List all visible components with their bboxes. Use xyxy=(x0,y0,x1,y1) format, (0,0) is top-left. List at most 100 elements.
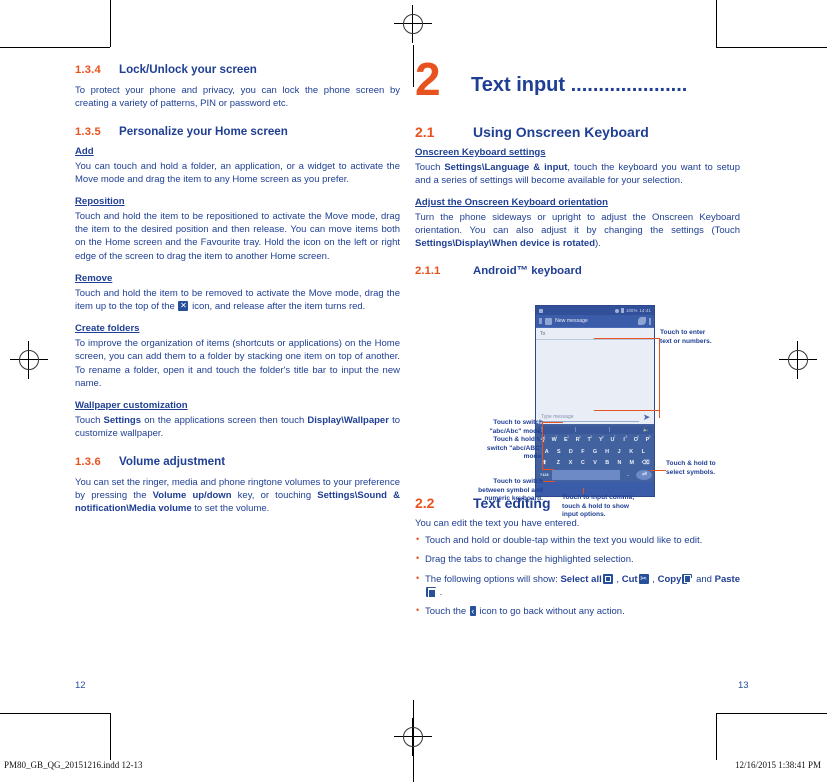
key-p[interactable]: 0P xyxy=(642,435,652,445)
heading-1-3-6: 1.3.6 Volume adjustment xyxy=(75,454,400,470)
contact-icon[interactable] xyxy=(545,317,552,325)
volume-text-2: key, or touching xyxy=(231,490,318,502)
back-icon[interactable] xyxy=(539,318,542,324)
subheading-orientation: Adjust the Onscreen Keyboard orientation xyxy=(415,196,608,208)
chapter-number: 2 xyxy=(415,53,441,105)
bluetooth-icon xyxy=(615,308,619,313)
paragraph-add: You can touch and hold a folder, an appl… xyxy=(75,160,400,185)
callout-enter-text: Touch to enter text or numbers. xyxy=(660,329,712,345)
key-sup: 7 xyxy=(613,435,616,439)
text-editing-bullets: Touch and hold or double-tap within the … xyxy=(415,533,740,618)
overflow-menu-icon[interactable] xyxy=(649,317,651,325)
orientation-text-2: ). xyxy=(595,238,601,250)
wallpaper-bold-settings: Settings xyxy=(103,414,142,426)
key-v[interactable]: V xyxy=(590,458,601,468)
copy-icon xyxy=(682,573,693,584)
list-item: Touch the icon to go back without any ac… xyxy=(415,604,740,618)
enter-icon[interactable]: ⏎ xyxy=(636,469,653,480)
callout-input-comma: Touch to input comma; touch & hold to sh… xyxy=(562,494,635,519)
options-bold-select-all: Select all xyxy=(560,573,602,585)
key-f[interactable]: F xyxy=(578,447,589,457)
crop-mark-bottom-left-v xyxy=(110,713,111,760)
key-x[interactable]: X xyxy=(565,458,576,468)
section-title: Using Onscreen Keyboard xyxy=(473,124,649,140)
key-h[interactable]: H xyxy=(602,447,613,457)
paragraph-create-folders: To improve the organization of items (sh… xyxy=(75,338,400,389)
options-text-3: , xyxy=(649,573,658,585)
key-r[interactable]: 4R xyxy=(572,435,582,445)
crop-mark-bottom-left-h xyxy=(0,713,110,714)
crop-mark-top-right-h xyxy=(716,47,827,48)
callout-switch-symbol: Touch to switch between symbol and numer… xyxy=(478,478,543,503)
key-u[interactable]: 7U xyxy=(607,435,617,445)
back-arrow-icon xyxy=(469,606,476,617)
key-b[interactable]: B xyxy=(602,458,613,468)
key-sup: 5 xyxy=(590,435,593,439)
section-number: 2.1.1 xyxy=(415,264,441,277)
key-c[interactable]: C xyxy=(577,458,588,468)
leader-select-symbols xyxy=(650,470,666,471)
key-j[interactable]: J xyxy=(614,447,625,457)
key-w[interactable]: 2W xyxy=(549,435,559,445)
orientation-bold-path: Settings\Display\When device is rotated xyxy=(415,238,596,250)
key-sup: 4 xyxy=(578,435,581,439)
wallpaper-text-1: Touch xyxy=(75,414,104,426)
key-s[interactable]: S xyxy=(554,447,565,457)
backspace-icon[interactable]: ⌫ xyxy=(639,458,653,468)
list-item: The following options will show: Select … xyxy=(415,572,740,599)
crop-mark-bottom-right-v xyxy=(716,713,717,760)
period-comma-key[interactable]: . xyxy=(621,470,634,480)
message-input[interactable]: Type message xyxy=(539,413,639,422)
heading-title: Lock/Unlock your screen xyxy=(119,63,257,76)
paragraph-reposition: Touch and hold the item to be reposition… xyxy=(75,210,400,262)
key-y[interactable]: 6Y xyxy=(596,435,606,445)
status-left xyxy=(539,308,543,313)
page-number-right: 13 xyxy=(738,680,749,691)
heading-2-1-1: 2.1.1 Android™ keyboard xyxy=(415,265,740,277)
crop-mark-bottom-right-h xyxy=(716,713,827,714)
callout-switch-case: Touch to switch "abc/Abc" mode; Touch & … xyxy=(486,419,543,461)
key-sup: 3 xyxy=(567,435,569,439)
close-x-icon xyxy=(178,300,189,311)
send-icon[interactable]: ➤ xyxy=(642,412,651,422)
paste-icon xyxy=(426,586,436,599)
key-n[interactable]: N xyxy=(614,458,625,468)
key-a[interactable]: A xyxy=(541,447,552,457)
volume-text-3: to set the volume. xyxy=(191,503,270,515)
paragraph-onscreen-settings: Touch Settings\Language & input, touch t… xyxy=(415,161,740,187)
keyboard-row-4: ?123 . ⏎ xyxy=(538,469,653,480)
options-bold-paste: Paste xyxy=(714,573,740,585)
key-z[interactable]: Z xyxy=(553,458,564,468)
space-key[interactable] xyxy=(552,469,620,480)
key-o[interactable]: 9O xyxy=(631,435,641,445)
key-sup: 1 xyxy=(543,435,546,439)
leader-switch-case-vertical xyxy=(542,422,543,470)
back-text-1: Touch the xyxy=(425,606,469,618)
mic-icon[interactable]: 🔈 xyxy=(643,427,650,433)
heading-2-1: 2.1 Using Onscreen Keyboard xyxy=(415,124,740,142)
options-text-4: and xyxy=(693,573,715,585)
key-g[interactable]: G xyxy=(590,447,601,457)
volume-bold-key: Volume up/down xyxy=(152,490,232,502)
page-number-left: 12 xyxy=(75,680,86,691)
back-text-2: icon to go back without any action. xyxy=(476,606,625,618)
suggestion-strip[interactable]: 🔈 xyxy=(537,425,653,434)
action-bar-title: New message xyxy=(555,318,588,324)
suggestion-divider xyxy=(574,427,576,432)
key-k[interactable]: K xyxy=(626,447,637,457)
subheading-reposition: Reposition xyxy=(75,195,125,207)
select-all-icon xyxy=(602,573,613,584)
key-t[interactable]: 5T xyxy=(584,435,594,445)
registration-mark-left xyxy=(10,341,48,379)
key-d[interactable]: D xyxy=(566,447,577,457)
onscreen-keyboard: 🔈 1Q 2W 3E 4R 5T 6Y 7U 8I 9O 0P A S xyxy=(536,424,654,482)
leader-switch-case-bottom xyxy=(542,469,554,470)
key-i[interactable]: 8I xyxy=(619,435,629,445)
key-l[interactable]: L xyxy=(638,447,649,457)
phone-status-bar: 100% 14:41 xyxy=(536,306,654,315)
attachment-icon[interactable] xyxy=(638,317,646,325)
keyboard-row-2: A S D F G H J K L xyxy=(538,447,653,457)
key-m[interactable]: M xyxy=(626,458,637,468)
crop-mark-top-left-v xyxy=(110,0,111,47)
key-e[interactable]: 3E xyxy=(561,435,571,445)
